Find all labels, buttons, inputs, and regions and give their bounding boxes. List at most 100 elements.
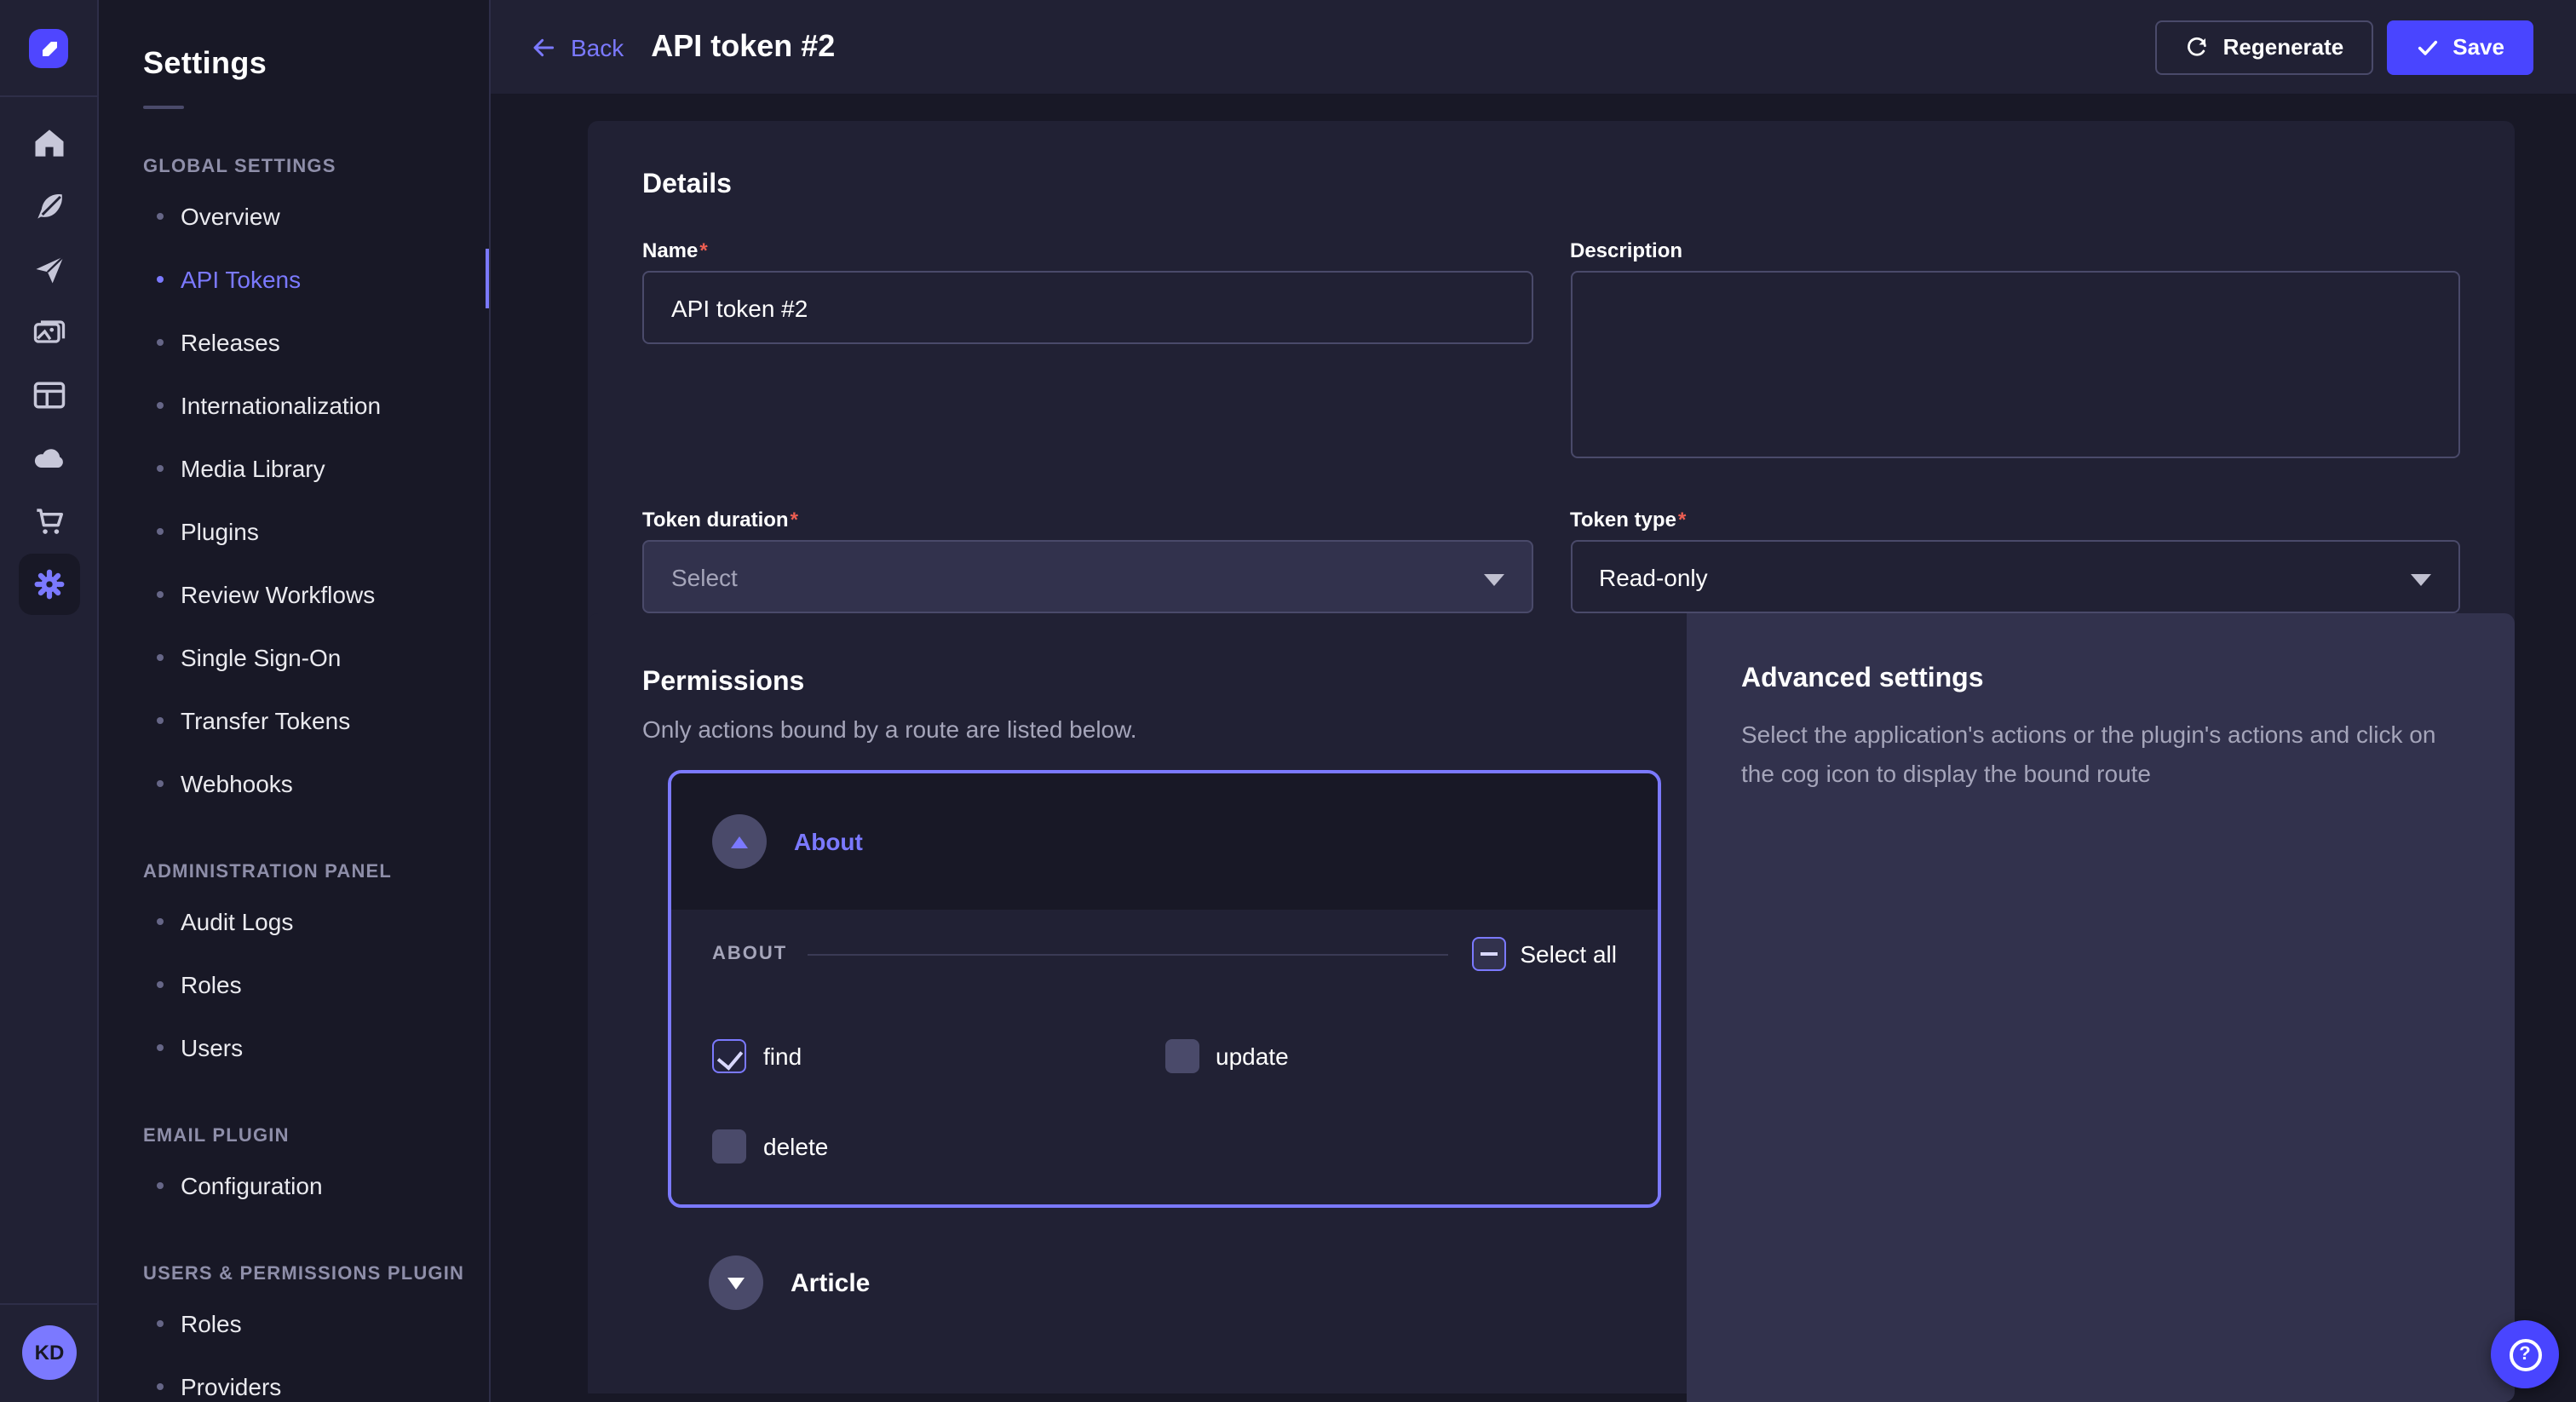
bullet-icon (157, 338, 164, 345)
sidebar-item-up-roles[interactable]: Roles (99, 1291, 489, 1354)
chevron-down-icon (727, 1277, 745, 1289)
user-avatar[interactable]: KD (22, 1325, 77, 1380)
bullet-icon (157, 917, 164, 924)
check-icon (2415, 35, 2439, 59)
expand-toggle-button[interactable] (709, 1255, 763, 1310)
name-label: Name* (642, 238, 1532, 262)
next-accordion-edge (588, 1393, 1687, 1402)
chevron-down-icon (2411, 573, 2431, 585)
required-asterisk: * (791, 508, 798, 531)
section-label-email-plugin: EMAIL PLUGIN (143, 1126, 489, 1146)
bullet-icon (157, 590, 164, 597)
sidebar-item-up-providers[interactable]: Providers (99, 1354, 489, 1402)
sidebar-title: Settings (143, 46, 489, 82)
description-label: Description (1570, 238, 2460, 262)
section-label-users-permissions-plugin: USERS & PERMISSIONS PLUGIN (143, 1264, 489, 1284)
active-indicator (486, 249, 491, 308)
sidebar-item-overview[interactable]: Overview (99, 184, 489, 247)
token-duration-select[interactable]: Select (642, 540, 1532, 613)
help-button[interactable]: ? (2491, 1320, 2559, 1388)
about-accordion-body: ABOUT Select all find (671, 910, 1658, 1204)
question-circle-icon: ? (2509, 1338, 2541, 1370)
details-card: Details Name* Description Token duration… (588, 121, 2515, 661)
settings-gear-icon[interactable] (19, 554, 80, 615)
chevron-up-icon (731, 836, 748, 848)
sidebar-title-divider (143, 106, 184, 109)
marketplace-cart-icon[interactable] (29, 501, 70, 542)
action-delete: delete (712, 1129, 1164, 1164)
settings-sidebar: Settings GLOBAL SETTINGS Overview API To… (99, 0, 491, 1402)
section-label-global-settings: GLOBAL SETTINGS (143, 157, 489, 177)
advanced-settings-panel: Advanced settings Select the application… (1687, 613, 2515, 1402)
action-find: find (712, 1039, 1164, 1073)
about-section-label: ABOUT (712, 944, 787, 964)
update-checkbox[interactable] (1164, 1039, 1199, 1073)
sidebar-item-media-library[interactable]: Media Library (99, 436, 489, 499)
article-accordion-title: Article (791, 1268, 870, 1297)
permissions-column: Permissions Only actions bound by a rout… (588, 613, 1687, 1402)
permissions-actions-grid: find update delete (712, 1039, 1617, 1164)
page-title: API token #2 (651, 29, 835, 65)
bullet-icon (157, 464, 164, 471)
sidebar-item-review-workflows[interactable]: Review Workflows (99, 562, 489, 625)
strapi-logo[interactable] (29, 29, 68, 68)
token-type-select[interactable]: Read-only (1570, 540, 2460, 613)
advanced-settings-description: Select the application's actions or the … (1741, 715, 2457, 794)
bullet-icon (157, 527, 164, 534)
bullet-icon (157, 212, 164, 219)
sidebar-item-transfer-tokens[interactable]: Transfer Tokens (99, 688, 489, 751)
name-input[interactable] (642, 271, 1532, 344)
delete-checkbox[interactable] (712, 1129, 746, 1164)
media-library-icon[interactable] (29, 312, 70, 353)
about-section-row: ABOUT Select all (712, 937, 1617, 971)
bullet-icon (157, 716, 164, 723)
name-field-group: Name* (642, 238, 1532, 467)
main-content: Back API token #2 Regenerate Save Detail… (491, 0, 2576, 1402)
select-all-checkbox[interactable] (1472, 937, 1506, 971)
cloud-icon[interactable] (29, 438, 70, 479)
sidebar-item-admin-roles[interactable]: Roles (99, 952, 489, 1015)
description-textarea[interactable] (1570, 271, 2460, 458)
bullet-icon (157, 653, 164, 660)
save-button[interactable]: Save (2386, 20, 2533, 74)
sidebar-item-webhooks[interactable]: Webhooks (99, 751, 489, 814)
article-accordion-header[interactable]: Article (709, 1228, 1620, 1337)
sidebar-item-single-sign-on[interactable]: Single Sign-On (99, 625, 489, 688)
bullet-icon (157, 1181, 164, 1188)
content-manager-layout-icon[interactable] (29, 375, 70, 416)
sidebar-item-plugins[interactable]: Plugins (99, 499, 489, 562)
find-checkbox[interactable] (712, 1039, 746, 1073)
token-duration-label: Token duration* (642, 508, 1532, 531)
required-asterisk: * (1678, 508, 1686, 531)
bullet-icon (157, 401, 164, 408)
bullet-icon (157, 1043, 164, 1050)
action-update: update (1164, 1039, 1617, 1073)
deploy-paper-plane-icon[interactable] (29, 249, 70, 290)
home-icon[interactable] (29, 123, 70, 164)
select-all-label: Select all (1520, 940, 1617, 968)
details-heading: Details (642, 170, 2460, 201)
sidebar-item-api-tokens[interactable]: API Tokens (99, 247, 489, 310)
page-header: Back API token #2 Regenerate Save (491, 0, 2576, 94)
token-type-label: Token type* (1570, 508, 2460, 531)
about-accordion: About ABOUT Select all find (668, 770, 1661, 1208)
sidebar-item-email-configuration[interactable]: Configuration (99, 1153, 489, 1216)
main-nav-rail: KD (0, 0, 99, 1402)
bullet-icon (157, 980, 164, 987)
regenerate-button[interactable]: Regenerate (2155, 20, 2373, 74)
required-asterisk: * (699, 238, 707, 262)
sidebar-item-releases[interactable]: Releases (99, 310, 489, 373)
about-accordion-title: About (794, 828, 863, 855)
sidebar-item-admin-users[interactable]: Users (99, 1015, 489, 1078)
content-builder-feather-icon[interactable] (29, 186, 70, 227)
sidebar-item-internationalization[interactable]: Internationalization (99, 373, 489, 436)
bullet-icon (157, 275, 164, 282)
refresh-icon (2184, 34, 2210, 60)
back-button[interactable]: Back (530, 33, 624, 60)
collapse-toggle-button[interactable] (712, 814, 767, 869)
advanced-settings-heading: Advanced settings (1741, 664, 2460, 695)
bullet-icon (157, 1319, 164, 1326)
workspace-logo-cell[interactable] (0, 0, 99, 97)
sidebar-item-audit-logs[interactable]: Audit Logs (99, 889, 489, 952)
about-accordion-header[interactable]: About (671, 773, 1658, 910)
